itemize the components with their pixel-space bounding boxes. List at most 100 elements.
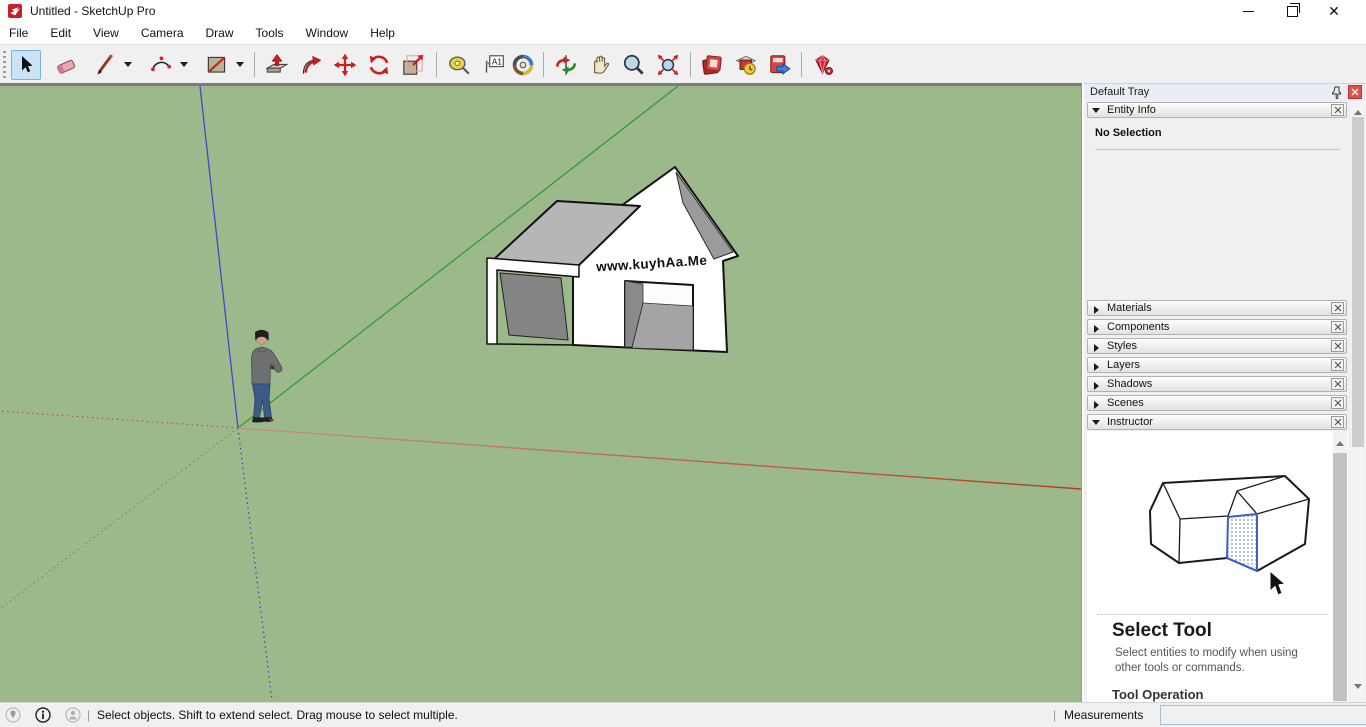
tray-title: Default Tray	[1090, 86, 1150, 98]
export-button[interactable]	[765, 50, 795, 80]
arc-tool-button[interactable]	[146, 50, 176, 80]
section-header-components[interactable]: Components	[1087, 319, 1347, 335]
restore-icon	[1286, 2, 1300, 17]
minimize-button[interactable]	[1231, 0, 1265, 22]
menu-camera[interactable]: Camera	[130, 22, 195, 44]
tape-measure-tool-button[interactable]	[444, 50, 474, 80]
pencil-icon	[97, 54, 113, 75]
section-header-scenes[interactable]: Scenes	[1087, 395, 1347, 411]
sign-in-user-icon[interactable]	[65, 707, 81, 723]
ruby-gem-icon	[815, 55, 833, 75]
viewport-3d[interactable]: www.kuyhAa.Me	[0, 83, 1082, 702]
section-close-button[interactable]	[1331, 321, 1344, 333]
zoom-extents-tool-button[interactable]	[653, 50, 683, 80]
send-to-layout-button[interactable]	[697, 50, 727, 80]
section-header-styles[interactable]: Styles	[1087, 338, 1347, 354]
toolbar-separator	[801, 52, 802, 77]
tray-close-button[interactable]	[1348, 85, 1362, 99]
select-arrow-icon	[22, 56, 33, 73]
cursor-icon	[1269, 569, 1287, 596]
menu-edit[interactable]: Edit	[39, 22, 82, 44]
toolbar: A1	[0, 44, 1366, 83]
arc-tool-dropdown[interactable]	[180, 62, 188, 71]
orbit-tool-button[interactable]	[551, 50, 581, 80]
measurements-input[interactable]	[1160, 705, 1366, 725]
person-figure[interactable]	[251, 329, 283, 423]
3d-warehouse-button[interactable]	[731, 50, 761, 80]
axis-red-dotted	[0, 410, 239, 429]
close-icon	[1334, 361, 1341, 369]
section-close-button[interactable]	[1331, 302, 1344, 314]
chevron-right-icon	[1094, 401, 1103, 409]
push-pull-tool-button[interactable]	[262, 50, 292, 80]
menu-window[interactable]: Window	[295, 22, 360, 44]
status-hint: Select objects. Shift to extend select. …	[97, 708, 458, 722]
extension-store-button[interactable]	[808, 50, 838, 80]
paint-bucket-tool-button[interactable]	[508, 50, 538, 80]
menu-draw[interactable]: Draw	[195, 22, 245, 44]
line-tool-dropdown[interactable]	[124, 62, 132, 71]
section-header-layers[interactable]: Layers	[1087, 357, 1347, 373]
scroll-down-icon[interactable]	[1354, 684, 1362, 693]
move-icon	[333, 53, 357, 77]
entity-info-message: No Selection	[1095, 127, 1162, 139]
move-tool-button[interactable]	[330, 50, 360, 80]
toolbar-separator	[690, 52, 691, 77]
section-close-button[interactable]	[1331, 340, 1344, 352]
divider	[1095, 149, 1340, 150]
chevron-right-icon	[1094, 382, 1103, 390]
close-icon	[1334, 323, 1341, 331]
restore-button[interactable]	[1275, 0, 1309, 22]
menu-view[interactable]: View	[82, 22, 130, 44]
close-icon	[1351, 88, 1359, 96]
menu-file[interactable]: File	[0, 22, 39, 44]
section-close-button[interactable]	[1331, 359, 1344, 371]
house-model[interactable]: www.kuyhAa.Me	[486, 166, 739, 353]
rotate-tool-button[interactable]	[364, 50, 394, 80]
instructor-scrollbar[interactable]	[1333, 431, 1347, 703]
rectangle-tool-button[interactable]	[202, 50, 232, 80]
toolbar-separator	[543, 52, 544, 77]
axis-green-dotted	[0, 427, 239, 610]
toolbar-drag-handle[interactable]	[3, 51, 6, 78]
menu-help[interactable]: Help	[359, 22, 406, 44]
zoom-tool-button[interactable]	[619, 50, 649, 80]
line-tool-button[interactable]	[90, 50, 120, 80]
section-close-button[interactable]	[1331, 104, 1344, 116]
chevron-right-icon	[1094, 325, 1103, 333]
section-header-materials[interactable]: Materials	[1087, 300, 1347, 316]
axis-red-solid	[237, 427, 1081, 490]
menu-tools[interactable]: Tools	[245, 22, 295, 44]
scrollbar-thumb[interactable]	[1333, 453, 1347, 701]
credit-info-icon[interactable]	[35, 707, 51, 723]
section-close-button[interactable]	[1331, 378, 1344, 390]
axis-blue-solid	[199, 86, 239, 429]
svg-text:A1: A1	[492, 57, 502, 66]
tray-scrollbar[interactable]	[1351, 101, 1365, 701]
scrollbar-thumb[interactable]	[1352, 117, 1364, 447]
zoom-magnifier-icon	[623, 54, 644, 75]
instructor-content: Select Tool Select entities to modify wh…	[1087, 431, 1348, 703]
section-header-shadows[interactable]: Shadows	[1087, 376, 1347, 392]
scroll-up-icon[interactable]	[1354, 106, 1362, 115]
eraser-tool-button[interactable]	[52, 50, 82, 80]
divider: |	[1053, 708, 1057, 722]
follow-me-tool-button[interactable]	[296, 50, 326, 80]
pan-tool-button[interactable]	[585, 50, 615, 80]
pin-icon[interactable]	[1331, 86, 1343, 99]
rectangle-tool-dropdown[interactable]	[236, 62, 244, 71]
scale-icon	[403, 54, 424, 75]
text-tool-button[interactable]: A1	[478, 50, 508, 80]
scale-tool-button[interactable]	[398, 50, 428, 80]
text-label-icon: A1	[485, 55, 504, 73]
section-header-instructor[interactable]: Instructor	[1087, 414, 1347, 430]
section-close-button[interactable]	[1331, 416, 1344, 428]
geolocation-icon[interactable]	[5, 707, 21, 723]
chevron-down-icon	[1092, 108, 1100, 117]
section-header-entity-info[interactable]: Entity Info	[1087, 102, 1347, 118]
close-button[interactable]: ✕	[1317, 0, 1351, 22]
close-icon	[1334, 342, 1341, 350]
scroll-up-icon[interactable]	[1336, 437, 1344, 446]
select-tool-button[interactable]	[11, 50, 41, 80]
section-close-button[interactable]	[1331, 397, 1344, 409]
